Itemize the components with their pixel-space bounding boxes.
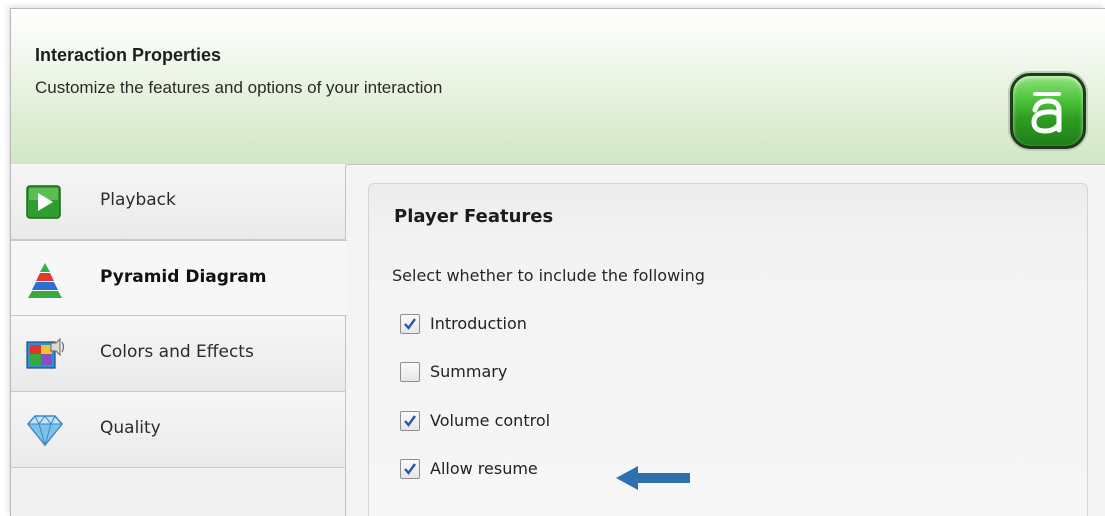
instruction-text: Select whether to include the following [392,266,705,285]
checkbox-checked[interactable] [400,459,420,479]
interaction-properties-window: Interaction Properties Customize the fea… [10,8,1105,516]
sidebar-item-label: Pyramid Diagram [100,267,267,287]
group-title: Player Features [394,206,554,227]
sidebar-item-playback[interactable]: Playback [11,164,345,240]
articulate-logo-icon [1010,73,1086,149]
option-label: Allow resume [430,459,538,478]
sidebar: Playback Pyramid Diagram Colors and Effe… [11,164,347,516]
diamond-icon [25,410,65,450]
content-panel: Player Features Select whether to includ… [345,164,1105,516]
checkbox-checked[interactable] [400,411,420,431]
colors-effects-icon [25,334,65,374]
play-icon [25,182,65,222]
player-features-group: Player Features Select whether to includ… [368,183,1088,516]
checkbox-unchecked[interactable] [400,362,420,382]
option-label: Volume control [430,411,551,430]
header-subtitle: Customize the features and options of yo… [35,78,443,97]
header-banner: Interaction Properties Customize the fea… [11,9,1105,164]
sidebar-item-pyramid-diagram[interactable]: Pyramid Diagram [11,240,347,316]
checkbox-checked[interactable] [400,314,420,334]
header-title: Interaction Properties [35,45,222,65]
sidebar-item-label: Quality [100,418,161,438]
left-arrow-icon [616,465,692,491]
sidebar-item-colors-and-effects[interactable]: Colors and Effects [11,316,345,392]
option-label: Introduction [430,314,527,333]
pyramid-icon [25,259,65,299]
sidebar-item-label: Playback [100,190,176,210]
sidebar-item-quality[interactable]: Quality [11,392,345,468]
option-label: Summary [430,362,508,381]
sidebar-item-label: Colors and Effects [100,342,254,362]
